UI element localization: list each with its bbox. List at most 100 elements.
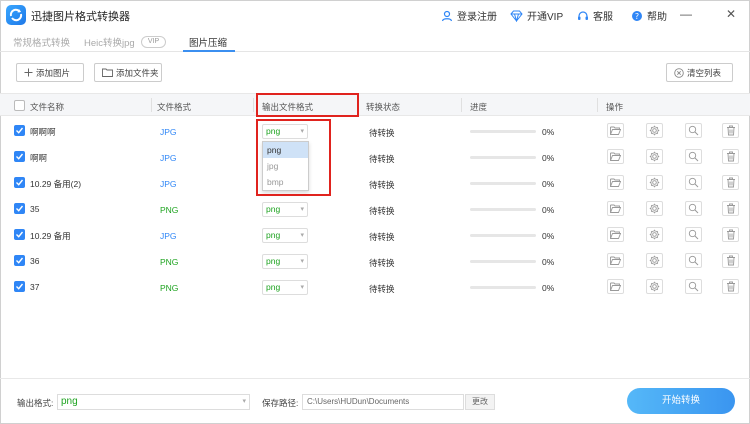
open-folder-button[interactable] — [607, 149, 624, 164]
row-checkbox[interactable] — [14, 203, 25, 214]
table-row: 35 PNG png ▾ 待转换 0% — [0, 196, 750, 222]
output-format-value: png — [61, 396, 78, 407]
preview-button[interactable] — [685, 227, 702, 242]
preview-icon — [688, 125, 699, 136]
customer-service-button[interactable]: 客服 — [577, 8, 613, 23]
header-progress: 进度 — [470, 102, 488, 112]
open-folder-button[interactable] — [607, 175, 624, 190]
folder-icon — [102, 68, 113, 77]
delete-icon — [726, 203, 736, 214]
row-checkbox[interactable] — [14, 229, 25, 240]
delete-button[interactable] — [722, 253, 739, 268]
conversion-status: 待转换 — [369, 206, 395, 216]
file-format: JPG — [160, 127, 177, 137]
settings-icon — [649, 203, 660, 214]
tab-heic-to-jpg[interactable]: Heic转换jpg — [84, 35, 135, 49]
row-checkbox[interactable] — [14, 125, 25, 136]
progress-percent: 0% — [542, 127, 555, 137]
login-button[interactable]: 登录注册 — [441, 8, 497, 23]
open-folder-button[interactable] — [607, 279, 624, 294]
settings-icon — [649, 151, 660, 162]
output-format-select[interactable]: png ▾ — [262, 254, 308, 269]
delete-button[interactable] — [722, 227, 739, 242]
chevron-down-icon: ▾ — [242, 398, 246, 405]
preview-button[interactable] — [685, 279, 702, 294]
file-name: 10.29 备用 — [30, 231, 71, 241]
help-icon: ? — [632, 10, 642, 21]
preview-button[interactable] — [685, 175, 702, 190]
output-format-select[interactable]: png ▾ — [262, 228, 308, 243]
header-divider — [597, 98, 598, 112]
chevron-down-icon: ▾ — [300, 206, 304, 213]
select-all-checkbox[interactable] — [14, 100, 25, 111]
file-format: PNG — [160, 205, 179, 215]
chevron-down-icon: ▾ — [300, 232, 304, 239]
settings-button[interactable] — [646, 123, 663, 138]
row-checkbox[interactable] — [14, 281, 25, 292]
preview-button[interactable] — [685, 149, 702, 164]
output-format-select[interactable]: png ▾ — [262, 202, 308, 217]
settings-button[interactable] — [646, 201, 663, 216]
preview-button[interactable] — [685, 201, 702, 216]
progress-bar — [470, 208, 536, 211]
progress-bar — [470, 130, 536, 133]
settings-button[interactable] — [646, 279, 663, 294]
clear-list-label: 清空列表 — [687, 67, 722, 78]
highlight-box-dropdown — [256, 119, 331, 196]
file-format: JPG — [160, 231, 177, 241]
row-checkbox[interactable] — [14, 151, 25, 162]
settings-button[interactable] — [646, 149, 663, 164]
add-image-button[interactable]: 添加图片 — [16, 63, 84, 82]
settings-button[interactable] — [646, 227, 663, 242]
chevron-down-icon: ▾ — [300, 258, 304, 265]
delete-button[interactable] — [722, 175, 739, 190]
add-image-label: 添加图片 — [36, 67, 71, 78]
open-folder-button[interactable] — [607, 253, 624, 268]
delete-button[interactable] — [722, 201, 739, 216]
change-path-button[interactable]: 更改 — [465, 394, 495, 410]
header-actions: 操作 — [606, 102, 624, 112]
minimize-button[interactable]: — — [680, 7, 692, 21]
vip-button[interactable]: 开通VIP — [510, 8, 563, 23]
preview-button[interactable] — [685, 253, 702, 268]
start-conversion-button[interactable]: 开始转换 — [627, 388, 735, 414]
row-checkbox[interactable] — [14, 177, 25, 188]
clear-icon — [674, 67, 684, 78]
help-button[interactable]: ? 帮助 — [631, 8, 667, 23]
open-folder-button[interactable] — [607, 123, 624, 138]
table-row: 啊啊JPGpng▾待转换0% — [0, 144, 750, 170]
table-row: 37 PNG png ▾ 待转换 0% — [0, 274, 750, 300]
row-checkbox[interactable] — [14, 255, 25, 266]
settings-button[interactable] — [646, 253, 663, 268]
preview-button[interactable] — [685, 123, 702, 138]
header-divider — [461, 98, 462, 112]
login-label: 登录注册 — [457, 12, 497, 23]
clear-list-button[interactable]: 清空列表 — [666, 63, 733, 82]
delete-button[interactable] — [722, 149, 739, 164]
output-format-select[interactable]: png ▾ — [262, 280, 308, 295]
add-folder-button[interactable]: 添加文件夹 — [94, 63, 162, 82]
conversion-status: 待转换 — [369, 232, 395, 242]
tab-image-compress[interactable]: 图片压缩 — [189, 35, 227, 49]
output-format-value: png — [266, 204, 281, 214]
delete-button[interactable] — [722, 123, 739, 138]
tab-general-conversion[interactable]: 常规格式转换 — [13, 35, 70, 49]
plus-icon — [24, 68, 33, 77]
add-folder-label: 添加文件夹 — [116, 67, 159, 78]
close-button[interactable]: ✕ — [726, 7, 736, 21]
open-folder-button[interactable] — [607, 227, 624, 242]
settings-button[interactable] — [646, 175, 663, 190]
file-name: 啊啊啊 — [30, 127, 56, 137]
file-name: 36 — [30, 256, 40, 266]
output-format-value: png — [266, 256, 281, 266]
settings-icon — [649, 125, 660, 136]
output-format-select[interactable]: png ▾ — [57, 394, 250, 410]
progress-bar — [470, 156, 536, 159]
header-divider — [151, 98, 152, 112]
file-format: PNG — [160, 257, 179, 267]
title-bar: 迅捷图片格式转换器 登录注册 开通VIP 客服 ? 帮助 — ✕ — [0, 0, 750, 30]
delete-button[interactable] — [722, 279, 739, 294]
save-path-field[interactable]: C:\Users\HUDun\Documents — [302, 394, 464, 410]
open-folder-button[interactable] — [607, 201, 624, 216]
app-title: 迅捷图片格式转换器 — [31, 11, 130, 23]
